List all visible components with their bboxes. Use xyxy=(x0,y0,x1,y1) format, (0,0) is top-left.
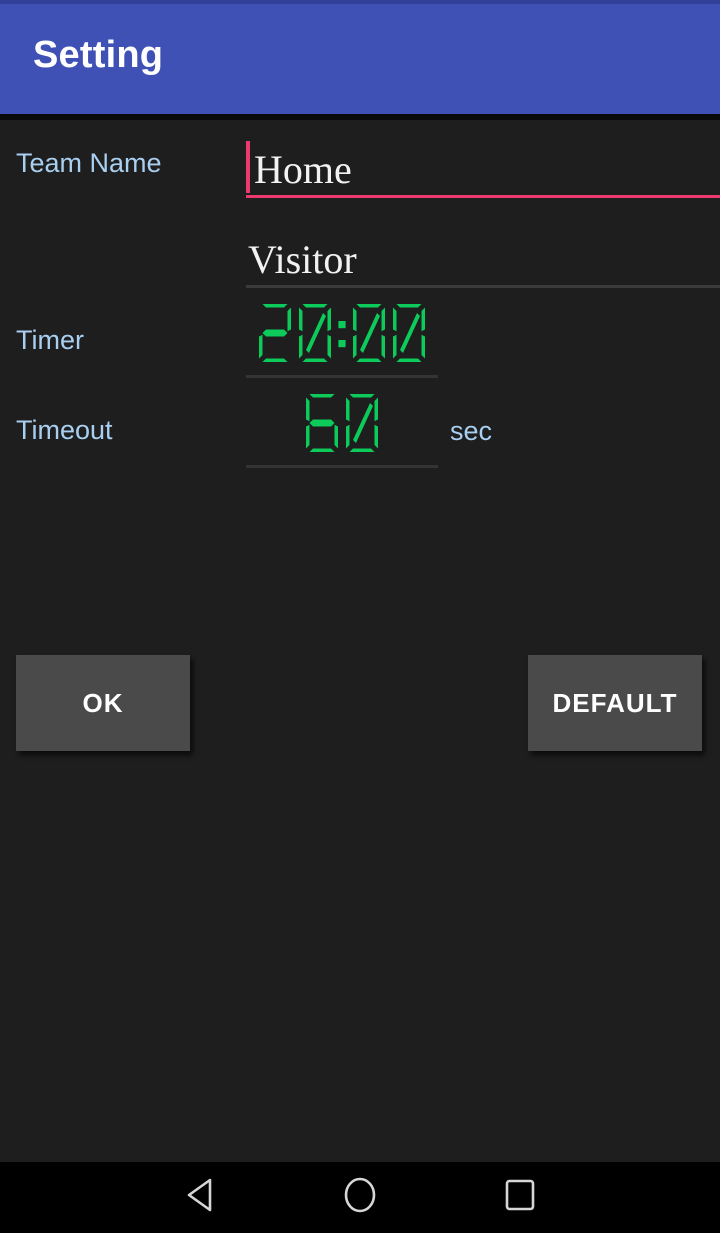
nav-back-button[interactable] xyxy=(140,1162,260,1233)
timer-label: Timer xyxy=(16,325,84,355)
visitor-team-input[interactable]: Visitor xyxy=(246,220,720,288)
app-bar: Setting xyxy=(0,0,720,114)
home-team-input[interactable]: Home xyxy=(246,128,720,198)
timeout-input[interactable] xyxy=(246,392,438,468)
text-caret xyxy=(246,141,250,193)
home-circle-icon xyxy=(342,1175,378,1220)
home-team-underline xyxy=(246,195,720,198)
timeout-unit-label: sec xyxy=(450,416,493,446)
settings-content: Team Name Home Visitor Timer Timeout sec xyxy=(0,120,720,1162)
timer-underline xyxy=(246,375,438,378)
timer-input[interactable] xyxy=(246,302,438,378)
home-team-value: Home xyxy=(254,147,352,192)
android-navigation-bar xyxy=(0,1162,720,1233)
status-bar-strip xyxy=(0,0,720,4)
visitor-team-value: Visitor xyxy=(248,237,357,282)
nav-recents-button[interactable] xyxy=(460,1162,580,1233)
app-screen: Setting Team Name Home Visitor Timer Tim… xyxy=(0,0,720,1233)
timeout-label: Timeout xyxy=(16,415,113,445)
recents-square-icon xyxy=(504,1178,536,1217)
page-title: Setting xyxy=(33,34,164,76)
nav-home-button[interactable] xyxy=(300,1162,420,1233)
timeout-digital-value xyxy=(246,392,438,454)
visitor-team-underline xyxy=(246,285,720,288)
back-triangle-icon xyxy=(183,1177,217,1218)
default-button[interactable]: DEFAULT xyxy=(528,655,702,751)
team-name-label: Team Name xyxy=(16,148,162,178)
timer-digital-value xyxy=(246,302,438,364)
ok-button[interactable]: OK xyxy=(16,655,190,751)
timeout-underline xyxy=(246,465,438,468)
